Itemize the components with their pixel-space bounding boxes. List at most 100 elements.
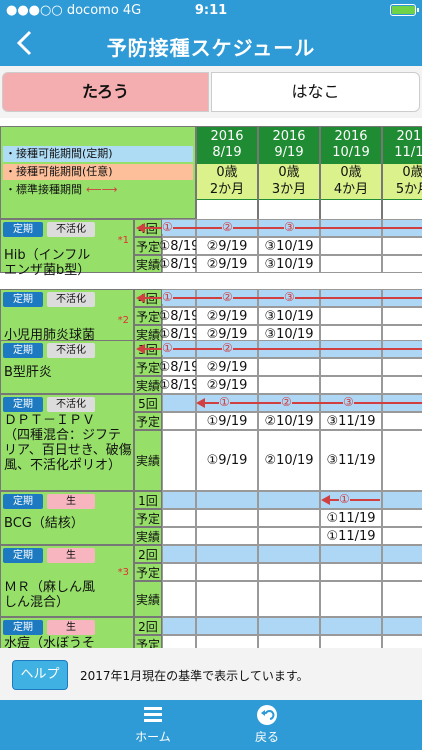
dose-count: 5回 — [134, 394, 162, 412]
actual-date: ①9/19 — [206, 453, 248, 468]
actual-cell[interactable]: ①11/19 — [320, 527, 382, 545]
actual-cell[interactable]: ①8/19 — [159, 376, 199, 394]
actual-cell[interactable]: ③11/19 — [320, 430, 382, 491]
vaccine-type-tag: 不活化 — [47, 222, 95, 237]
vaccine-card: 定期生水痘（水ぼうそ — [0, 617, 134, 648]
nav-bar: 予防接種スケジュール — [0, 22, 422, 66]
actual-cell[interactable] — [382, 376, 422, 394]
planned-cell[interactable] — [382, 307, 422, 325]
planned-date: ②9/19 — [206, 359, 248, 375]
planned-cell[interactable] — [382, 509, 422, 527]
actual-cell[interactable] — [196, 581, 258, 617]
column-year: 2016 — [396, 129, 422, 144]
actual-cell[interactable] — [258, 527, 320, 545]
planned-cell[interactable] — [162, 412, 196, 430]
planned-cell[interactable] — [320, 358, 382, 376]
planned-cell[interactable] — [162, 635, 196, 648]
planned-cell[interactable] — [258, 358, 320, 376]
planned-cell[interactable]: ②9/19 — [196, 237, 258, 255]
actual-cell[interactable]: ③10/19 — [258, 255, 320, 273]
actual-cell[interactable] — [382, 430, 422, 491]
actual-cell[interactable] — [162, 430, 196, 491]
planned-date — [163, 636, 195, 648]
planned-date — [259, 510, 319, 526]
planned-cell[interactable] — [382, 412, 422, 430]
planned-cell[interactable]: ②9/19 — [196, 358, 258, 376]
planned-label: 予定 — [134, 563, 162, 581]
actual-cell[interactable] — [320, 376, 382, 394]
planned-cell[interactable] — [382, 358, 422, 376]
actual-cell[interactable] — [258, 376, 320, 394]
actual-cell[interactable]: ①8/19 — [159, 255, 199, 273]
planned-cell[interactable] — [382, 635, 422, 648]
actual-date — [321, 256, 381, 272]
actual-cell[interactable] — [320, 581, 382, 617]
actual-cell[interactable] — [320, 255, 382, 273]
actual-cell[interactable] — [162, 527, 196, 545]
planned-cell[interactable] — [382, 563, 422, 581]
planned-cell[interactable]: ①9/19 — [196, 412, 258, 430]
planned-cell[interactable]: ②9/19 — [196, 307, 258, 325]
actual-cell[interactable] — [258, 581, 320, 617]
actual-date — [383, 528, 422, 544]
planned-cell[interactable]: ①8/19 — [159, 307, 199, 325]
column-age: 0歳 3か月 — [259, 164, 319, 199]
planned-cell[interactable]: ③11/19 — [320, 412, 382, 430]
planned-cell[interactable] — [196, 563, 258, 581]
vaccine-type-tag: 生 — [47, 548, 95, 563]
dose-marker: ③ — [343, 395, 354, 409]
actual-cell[interactable]: ①9/19 — [196, 430, 258, 491]
planned-cell[interactable]: ①11/19 — [320, 509, 382, 527]
actual-date — [197, 582, 257, 616]
planned-cell[interactable] — [320, 635, 382, 648]
actual-cell[interactable] — [162, 581, 196, 617]
actual-cell[interactable] — [382, 255, 422, 273]
planned-cell[interactable] — [196, 635, 258, 648]
actual-label: 実績 — [134, 581, 162, 617]
planned-cell[interactable] — [320, 563, 382, 581]
planned-cell[interactable] — [258, 509, 320, 527]
planned-cell[interactable] — [196, 509, 258, 527]
actual-cell[interactable] — [382, 527, 422, 545]
help-button[interactable]: ヘルプ — [12, 660, 68, 690]
tab-child-1[interactable]: たろう — [2, 72, 209, 112]
planned-date — [383, 510, 422, 526]
planned-date: ①8/19 — [158, 238, 200, 254]
planned-date — [163, 564, 195, 580]
date-column: 201611/190歳5か月 — [382, 126, 422, 219]
planned-date — [383, 413, 422, 429]
home-tab[interactable]: ホーム — [108, 704, 198, 745]
planned-cell[interactable]: ③10/19 — [258, 237, 320, 255]
planned-cell[interactable] — [258, 563, 320, 581]
dose-marker: ① — [162, 341, 173, 355]
actual-date — [163, 431, 195, 490]
planned-cell[interactable]: ①8/19 — [159, 358, 199, 376]
actual-cell[interactable]: ②9/19 — [196, 376, 258, 394]
planned-cell[interactable] — [162, 509, 196, 527]
battery-indicator — [390, 4, 419, 16]
vaccine-card: 定期 不活化 *1 Hib（インフル エンザ菌b型） — [0, 219, 134, 278]
dose-marker: ② — [222, 220, 233, 234]
actual-cell[interactable] — [196, 527, 258, 545]
period-cell — [196, 617, 258, 635]
return-tab[interactable]: 戻る — [222, 704, 312, 745]
actual-cell[interactable]: ②10/19 — [258, 430, 320, 491]
tab-child-2[interactable]: はなこ — [211, 72, 420, 112]
column-year: 2016 — [334, 129, 368, 144]
planned-cell[interactable] — [320, 307, 382, 325]
dose-marker: ① — [162, 220, 173, 234]
planned-cell[interactable] — [320, 237, 382, 255]
planned-cell[interactable] — [258, 635, 320, 648]
schedule-tag: 定期 — [3, 222, 43, 237]
planned-cell[interactable]: ②10/19 — [258, 412, 320, 430]
planned-cell[interactable] — [162, 563, 196, 581]
standard-period-arrow — [144, 348, 422, 350]
period-cell — [258, 491, 320, 509]
planned-cell[interactable]: ③10/19 — [258, 307, 320, 325]
actual-cell[interactable] — [382, 581, 422, 617]
planned-cell[interactable]: ①8/19 — [158, 237, 200, 255]
actual-cell[interactable]: ②9/19 — [196, 255, 258, 273]
planned-date — [383, 359, 422, 375]
vaccine-type-tag: 生 — [47, 494, 95, 509]
planned-cell[interactable] — [382, 237, 422, 255]
